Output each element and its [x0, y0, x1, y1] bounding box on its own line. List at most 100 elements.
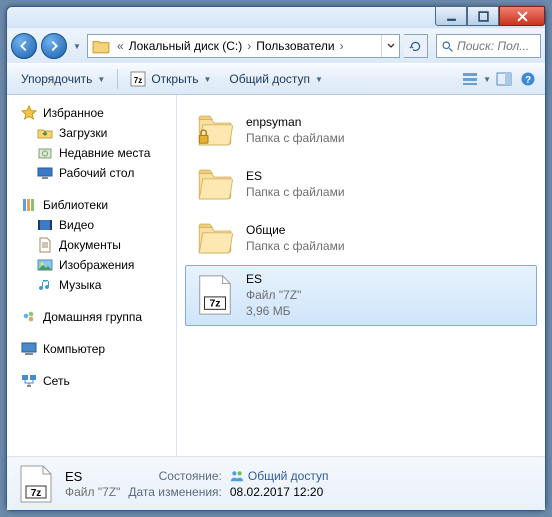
sidebar-label: Сеть	[43, 374, 70, 388]
sidebar: Избранное Загрузки Недавние места Рабочи…	[7, 95, 177, 456]
file-name: ES	[246, 271, 301, 287]
7z-icon: 7z	[130, 71, 146, 87]
titlebar	[7, 7, 545, 29]
search-input[interactable]: Поиск: Пол...	[436, 34, 541, 58]
sidebar-item-label: Недавние места	[59, 146, 150, 160]
file-type: Папка с файлами	[246, 238, 345, 254]
sidebar-network[interactable]: Сеть	[7, 371, 176, 391]
file-list[interactable]: enpsymanПапка с файламиESПапка с файлами…	[177, 95, 545, 456]
sidebar-item-label: Изображения	[59, 258, 134, 272]
folder-icon	[194, 217, 236, 259]
chevron-down-icon: ▼	[203, 75, 211, 84]
share-button[interactable]: Общий доступ ▼	[221, 68, 331, 90]
address-drop-icon[interactable]	[381, 35, 399, 57]
file-name: enpsyman	[246, 114, 345, 130]
sidebar-libraries[interactable]: Библиотеки	[7, 195, 176, 215]
svg-text:7z: 7z	[209, 298, 220, 310]
chevron-right-icon: ›	[340, 39, 344, 53]
open-label: Открыть	[151, 72, 198, 86]
separator	[117, 69, 118, 89]
search-icon	[441, 40, 454, 53]
7z-icon: 7z	[17, 463, 55, 505]
details-type: Файл "7Z"	[65, 485, 120, 499]
sidebar-item-label: Рабочий стол	[59, 166, 134, 180]
search-placeholder: Поиск: Пол...	[457, 39, 529, 53]
sidebar-favorites[interactable]: Избранное	[7, 103, 176, 123]
open-button[interactable]: 7z Открыть ▼	[122, 67, 219, 91]
people-icon	[230, 469, 244, 483]
chevron-down-icon: ▼	[315, 75, 323, 84]
homegroup-icon	[21, 309, 37, 325]
file-type: Папка с файлами	[246, 130, 345, 146]
file-name: Общие	[246, 222, 345, 238]
sidebar-label: Библиотеки	[43, 198, 108, 212]
sidebar-item-desktop[interactable]: Рабочий стол	[7, 163, 176, 183]
chevron-down-icon[interactable]: ▼	[483, 75, 491, 84]
file-item[interactable]: enpsymanПапка с файлами	[185, 103, 537, 157]
libraries-icon	[21, 197, 37, 213]
refresh-button[interactable]	[404, 34, 428, 58]
sidebar-item-label: Документы	[59, 238, 121, 252]
nav-row: ▼ « Локальный диск (C:) › Пользователи ›…	[7, 29, 545, 63]
sidebar-label: Домашняя группа	[43, 310, 142, 324]
music-icon	[37, 277, 53, 293]
pictures-icon	[37, 257, 53, 273]
details-modified-label: Дата изменения:	[128, 485, 222, 499]
details-state-label: Состояние:	[128, 469, 222, 483]
toolbar: Упорядочить ▼ 7z Открыть ▼ Общий доступ …	[7, 63, 545, 95]
file-type: Папка с файлами	[246, 184, 345, 200]
details-pane: 7z ES Состояние: Общий доступ Файл "7Z" …	[7, 456, 545, 510]
7z-icon: 7z	[194, 274, 236, 316]
help-button[interactable]: ?	[517, 68, 539, 90]
minimize-button[interactable]	[435, 6, 467, 26]
sidebar-item-recent[interactable]: Недавние места	[7, 143, 176, 163]
share-label: Общий доступ	[229, 72, 310, 86]
file-item[interactable]: ОбщиеПапка с файлами	[185, 211, 537, 265]
chevron-icon: «	[117, 39, 124, 53]
sidebar-label: Избранное	[43, 106, 104, 120]
downloads-icon	[37, 125, 53, 141]
file-size: 3,96 МБ	[246, 303, 301, 319]
organize-button[interactable]: Упорядочить ▼	[13, 68, 113, 90]
preview-pane-button[interactable]	[493, 68, 515, 90]
chevron-down-icon: ▼	[97, 75, 105, 84]
organize-label: Упорядочить	[21, 72, 92, 86]
details-modified-value: 08.02.2017 12:20	[230, 485, 329, 499]
sidebar-item-music[interactable]: Музыка	[7, 275, 176, 295]
sidebar-item-documents[interactable]: Документы	[7, 235, 176, 255]
address-bar[interactable]: « Локальный диск (C:) › Пользователи ›	[87, 34, 400, 58]
star-icon	[21, 105, 37, 121]
sidebar-item-pictures[interactable]: Изображения	[7, 255, 176, 275]
sidebar-item-video[interactable]: Видео	[7, 215, 176, 235]
sidebar-item-label: Видео	[59, 218, 94, 232]
sidebar-item-downloads[interactable]: Загрузки	[7, 123, 176, 143]
sidebar-computer[interactable]: Компьютер	[7, 339, 176, 359]
sidebar-label: Компьютер	[43, 342, 105, 356]
documents-icon	[37, 237, 53, 253]
folder-icon	[194, 109, 236, 151]
chevron-right-icon: ›	[247, 39, 251, 53]
close-button[interactable]	[499, 6, 545, 26]
history-drop-icon[interactable]: ▼	[71, 42, 83, 51]
svg-text:7z: 7z	[31, 488, 42, 499]
file-item[interactable]: 7z ESФайл "7Z"3,96 МБ	[185, 265, 537, 326]
file-item[interactable]: ESПапка с файлами	[185, 157, 537, 211]
maximize-button[interactable]	[467, 6, 499, 26]
video-icon	[37, 217, 53, 233]
breadcrumb-item[interactable]: Локальный диск (C:)	[127, 39, 245, 53]
breadcrumb-item[interactable]: Пользователи	[254, 39, 336, 53]
desktop-icon	[37, 165, 53, 181]
folder-icon	[194, 163, 236, 205]
computer-icon	[21, 341, 37, 357]
network-icon	[21, 373, 37, 389]
sidebar-item-label: Музыка	[59, 278, 101, 292]
view-button[interactable]	[459, 68, 481, 90]
svg-text:?: ?	[525, 75, 531, 86]
forward-button[interactable]	[41, 33, 67, 59]
explorer-window: ▼ « Локальный диск (C:) › Пользователи ›…	[6, 6, 546, 511]
details-name: ES	[65, 469, 120, 484]
sidebar-homegroup[interactable]: Домашняя группа	[7, 307, 176, 327]
sidebar-item-label: Загрузки	[59, 126, 107, 140]
back-button[interactable]	[11, 33, 37, 59]
file-type: Файл "7Z"	[246, 287, 301, 303]
